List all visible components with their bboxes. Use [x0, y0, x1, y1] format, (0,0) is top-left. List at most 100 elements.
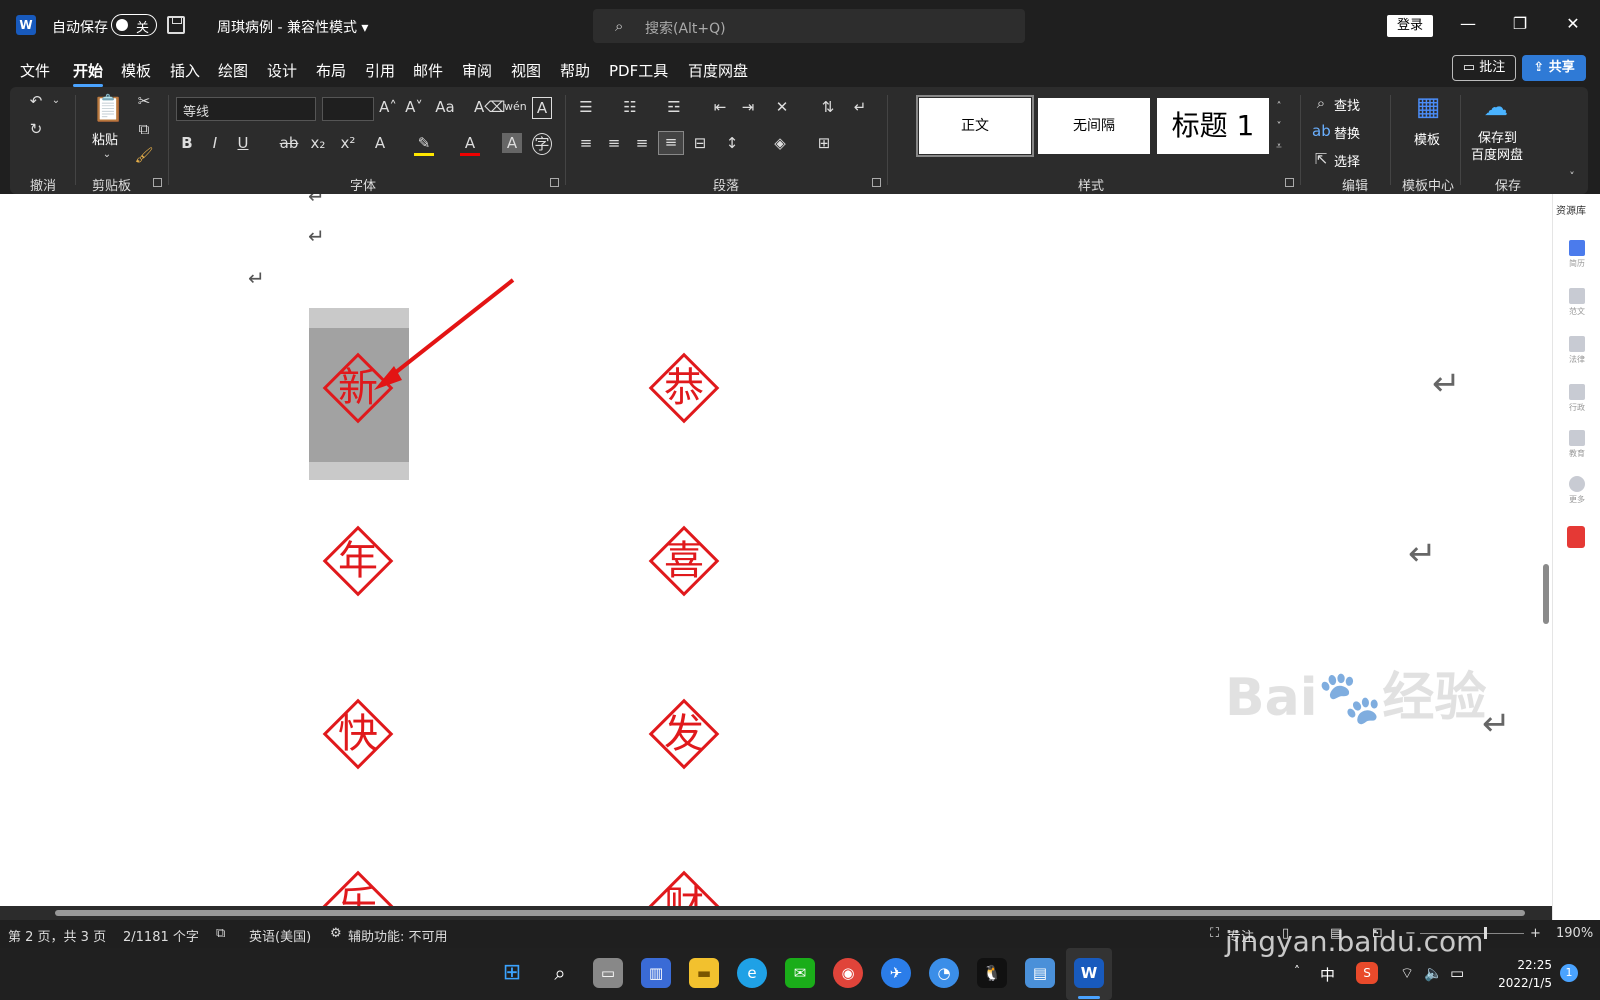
- seal-char-le[interactable]: 乐: [318, 866, 398, 906]
- select-icon[interactable]: ⇱: [1312, 149, 1330, 169]
- undo-icon[interactable]: ↶: [26, 91, 46, 111]
- align-right-icon[interactable]: ≡: [632, 133, 652, 153]
- tab-file[interactable]: 文件: [20, 60, 50, 81]
- style-no-spacing[interactable]: 无间隔: [1038, 98, 1150, 154]
- sort-icon[interactable]: ⇅: [818, 97, 838, 117]
- document-title[interactable]: 周琪病例 - 兼容性模式 ▾: [217, 17, 368, 37]
- align-center-icon[interactable]: ≡: [604, 133, 624, 153]
- tab-help[interactable]: 帮助: [560, 60, 590, 81]
- tab-insert[interactable]: 插入: [170, 60, 200, 81]
- multilevel-list-icon[interactable]: ☲: [664, 97, 684, 117]
- format-painter-icon[interactable]: 🖌: [134, 145, 154, 165]
- wifi-icon[interactable]: ⌔: [1400, 964, 1414, 983]
- tab-template[interactable]: 模板: [121, 60, 151, 81]
- chrome-icon[interactable]: ◉: [833, 958, 863, 988]
- document-page[interactable]: ↵ ↵ ↵ 新 恭 年 喜 快 发 乐 财 ↵ ↵ ↵: [0, 194, 1540, 906]
- enclose-char-icon[interactable]: 字: [532, 133, 552, 155]
- style-normal[interactable]: 正文: [916, 95, 1034, 157]
- system-clock[interactable]: 22:25 2022/1/5: [1492, 956, 1552, 992]
- distributed-icon[interactable]: ⊟: [690, 133, 710, 153]
- autosave-toggle[interactable]: 关: [111, 14, 157, 36]
- search-box[interactable]: ⌕ 搜索(Alt+Q): [593, 9, 1025, 43]
- zoom-in-icon[interactable]: +: [1530, 926, 1541, 941]
- word-count[interactable]: 2/1181 个字: [123, 926, 199, 945]
- grow-font-icon[interactable]: A˄: [378, 97, 398, 117]
- superscript-icon[interactable]: x²: [338, 133, 358, 153]
- seal-char-gong[interactable]: 恭: [644, 348, 724, 428]
- tab-pdf-tools[interactable]: PDF工具: [609, 60, 668, 81]
- increase-indent-icon[interactable]: ⇥: [738, 97, 758, 117]
- comment-button[interactable]: ▭ 批注: [1452, 55, 1516, 81]
- resource-library-header[interactable]: 资源库: [1556, 202, 1586, 217]
- seal-char-kuai[interactable]: 快: [318, 694, 398, 774]
- language-indicator[interactable]: 英语(美国): [249, 926, 311, 945]
- paste-dropdown-icon[interactable]: ⌄: [100, 145, 114, 165]
- styles-scroll-down-icon[interactable]: ˅: [1272, 117, 1286, 137]
- style-heading1[interactable]: 标题 1: [1157, 98, 1269, 154]
- seal-char-cai[interactable]: 财: [644, 866, 724, 906]
- side-item-essay[interactable]: 范文: [1565, 288, 1589, 324]
- close-icon[interactable]: ✕: [1563, 14, 1583, 34]
- red-envelope-icon[interactable]: [1567, 526, 1585, 548]
- subscript-icon[interactable]: x₂: [308, 133, 328, 153]
- qq-browser-icon[interactable]: ◔: [929, 958, 959, 988]
- chinese-layout-icon[interactable]: ✕: [772, 97, 792, 117]
- char-shading-icon[interactable]: A: [502, 133, 522, 153]
- strikethrough-icon[interactable]: ab: [278, 133, 300, 153]
- file-explorer-icon[interactable]: ▬: [689, 958, 719, 988]
- tab-view[interactable]: 视图: [511, 60, 541, 81]
- side-item-law[interactable]: 法律: [1565, 336, 1589, 372]
- replace-icon[interactable]: ab: [1312, 121, 1331, 141]
- font-size-combo[interactable]: [322, 97, 374, 121]
- tab-baidu-disk[interactable]: 百度网盘: [688, 60, 748, 81]
- baidu-disk-icon[interactable]: ☁: [1480, 91, 1512, 123]
- minimize-icon[interactable]: —: [1458, 14, 1478, 34]
- horizontal-scrollbar[interactable]: [0, 906, 1552, 920]
- bold-icon[interactable]: B: [178, 133, 196, 153]
- collapse-ribbon-icon[interactable]: ˅: [1565, 167, 1579, 187]
- zoom-slider-thumb[interactable]: [1484, 927, 1487, 939]
- side-item-admin[interactable]: 行政: [1565, 384, 1589, 420]
- vertical-scrollbar[interactable]: [1540, 194, 1552, 906]
- line-spacing-icon[interactable]: ↕: [722, 133, 742, 153]
- wechat-icon[interactable]: ✉: [785, 958, 815, 988]
- template-icon[interactable]: ▦: [1412, 91, 1444, 123]
- select-label[interactable]: 选择: [1334, 151, 1360, 170]
- cut-icon[interactable]: ✂: [134, 91, 154, 111]
- battery-icon[interactable]: ▭: [1450, 964, 1464, 982]
- volume-icon[interactable]: 🔈: [1424, 964, 1443, 982]
- notepad-icon[interactable]: ▤: [1025, 958, 1055, 988]
- styles-more-icon[interactable]: ⩡: [1272, 137, 1286, 157]
- font-launcher-icon[interactable]: [550, 178, 559, 187]
- text-effects-icon[interactable]: A: [370, 133, 390, 153]
- baidu-disk-label[interactable]: 百度网盘: [1471, 144, 1523, 163]
- edge-icon[interactable]: e: [737, 958, 767, 988]
- borders-icon[interactable]: ⊞: [814, 133, 834, 153]
- seal-char-fa[interactable]: 发: [644, 694, 724, 774]
- clear-format-icon[interactable]: A⌫: [474, 97, 505, 117]
- undo-dropdown-icon[interactable]: ⌄: [50, 91, 62, 111]
- shrink-font-icon[interactable]: A˅: [404, 97, 424, 117]
- vertical-scroll-thumb[interactable]: [1543, 564, 1549, 624]
- side-item-resume[interactable]: 简历: [1565, 240, 1589, 276]
- side-item-more[interactable]: 更多: [1565, 476, 1589, 512]
- accessibility-status[interactable]: 辅助功能: 不可用: [348, 926, 448, 945]
- show-marks-icon[interactable]: ↵: [850, 97, 870, 117]
- copy-icon[interactable]: ⧉: [134, 119, 154, 139]
- word-taskbar-icon[interactable]: W: [1074, 958, 1104, 988]
- decrease-indent-icon[interactable]: ⇤: [710, 97, 730, 117]
- tab-home[interactable]: 开始: [73, 60, 104, 87]
- tab-design[interactable]: 设计: [267, 60, 297, 81]
- tab-layout[interactable]: 布局: [316, 60, 346, 81]
- zoom-level[interactable]: 190%: [1556, 926, 1593, 941]
- feishu-icon[interactable]: ✈: [881, 958, 911, 988]
- styles-scroll-up-icon[interactable]: ˄: [1272, 97, 1286, 117]
- ime-indicator[interactable]: 中: [1320, 964, 1335, 985]
- styles-launcher-icon[interactable]: [1285, 178, 1294, 187]
- share-button[interactable]: ⇪ 共享: [1522, 55, 1586, 81]
- replace-label[interactable]: 替换: [1334, 123, 1360, 142]
- find-label[interactable]: 查找: [1334, 95, 1360, 114]
- proofing-icon[interactable]: ⧉: [216, 926, 225, 941]
- task-view-icon[interactable]: ▭: [593, 958, 623, 988]
- italic-icon[interactable]: I: [206, 133, 224, 153]
